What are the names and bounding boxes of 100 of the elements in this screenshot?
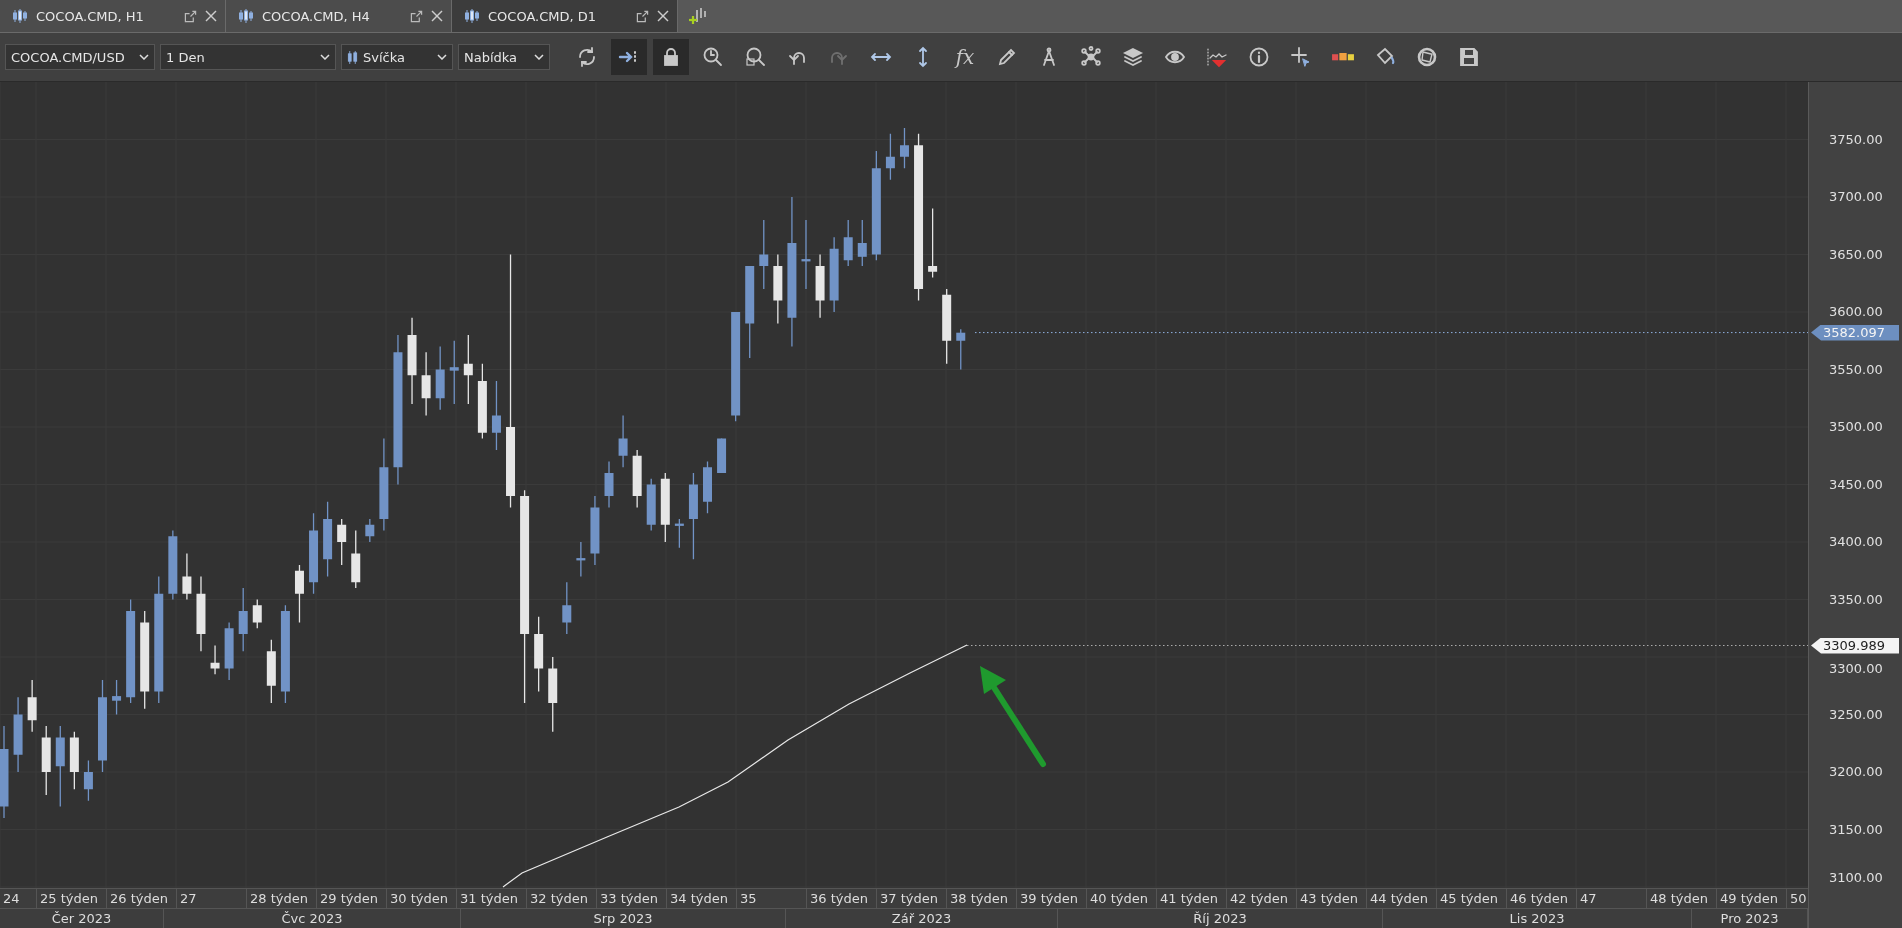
price-label: 3300.00 xyxy=(1829,661,1883,677)
candle xyxy=(337,518,347,566)
week-label: 46 týden xyxy=(1506,889,1576,908)
candle xyxy=(773,253,783,325)
candle xyxy=(449,340,459,405)
week-label: 28 týden xyxy=(246,889,316,908)
caret-icon xyxy=(534,54,544,60)
price-label: 3100.00 xyxy=(1829,870,1883,886)
month-label: Lis 2023 xyxy=(1383,909,1692,928)
add-chart-icon[interactable] xyxy=(688,6,708,26)
candle xyxy=(266,639,276,704)
week-label: 37 týden xyxy=(876,889,946,908)
autoscroll-button[interactable] xyxy=(611,39,647,75)
candle xyxy=(815,253,825,319)
price-label: 3350.00 xyxy=(1829,591,1883,608)
price-label: 3250.00 xyxy=(1829,706,1883,723)
week-label: 44 týden xyxy=(1366,889,1436,908)
week-label: 33 týden xyxy=(596,889,666,908)
function-button[interactable]: fx xyxy=(947,39,983,75)
candle xyxy=(435,345,445,411)
candle xyxy=(351,529,361,589)
price-label: 3550.00 xyxy=(1829,361,1883,378)
candle xyxy=(491,380,501,451)
candle xyxy=(252,598,262,629)
candle xyxy=(112,679,122,716)
week-label: 30 týden xyxy=(386,889,456,908)
candle xyxy=(632,449,642,509)
zoom-area-icon xyxy=(744,46,766,68)
candle xyxy=(801,219,811,290)
dropdown[interactable]: Svíčka xyxy=(341,44,453,70)
week-label: 29 týden xyxy=(316,889,386,908)
pencil-icon xyxy=(996,46,1018,68)
week-label: 47 xyxy=(1576,889,1646,908)
candle xyxy=(618,414,628,468)
wave-icon xyxy=(1206,46,1228,68)
week-label: 49 týden xyxy=(1716,889,1786,908)
dropdown[interactable]: COCOA.CMD/USD xyxy=(5,44,155,70)
caret-icon xyxy=(139,54,149,60)
aperture-icon xyxy=(1416,46,1438,68)
candle xyxy=(421,351,431,417)
candle xyxy=(956,328,966,371)
candle xyxy=(590,495,600,566)
week-label: 32 týden xyxy=(526,889,596,908)
chart-tab[interactable]: COCOA.CMD, H4 xyxy=(226,0,452,32)
candle xyxy=(857,219,867,267)
crosshair-icon xyxy=(1290,46,1312,68)
price-marker: 3309.989 xyxy=(1811,637,1899,654)
chart-tab[interactable]: COCOA.CMD, H1 xyxy=(0,0,226,32)
candlestick-icon xyxy=(12,8,28,24)
week-label: 45 týden xyxy=(1436,889,1506,908)
candle xyxy=(463,334,473,405)
price-label: 3150.00 xyxy=(1829,821,1883,838)
week-label: 34 týden xyxy=(666,889,736,908)
month-label: Srp 2023 xyxy=(461,909,786,928)
price-marker: 3582.097 xyxy=(1811,324,1899,341)
week-label: 48 týden xyxy=(1646,889,1716,908)
info-icon xyxy=(1248,46,1270,68)
popout-icon[interactable] xyxy=(184,9,197,23)
week-label: 27 xyxy=(176,889,246,908)
month-label: Čvc 2023 xyxy=(164,909,461,928)
price-label: 3500.00 xyxy=(1829,419,1883,435)
chart-tab[interactable]: COCOA.CMD, D1 xyxy=(452,0,678,32)
candle xyxy=(604,460,614,509)
week-label: 39 týden xyxy=(1016,889,1086,908)
week-label: 42 týden xyxy=(1226,889,1296,908)
candle xyxy=(660,472,670,543)
price-label: 3450.00 xyxy=(1829,476,1883,493)
candlestick-icon xyxy=(464,8,480,24)
network-icon xyxy=(1080,46,1102,68)
candle xyxy=(843,219,853,267)
caret-icon xyxy=(320,54,330,60)
zoom-clock-icon xyxy=(702,46,724,68)
price-label: 3700.00 xyxy=(1829,189,1883,205)
month-label: Čer 2023 xyxy=(0,909,164,928)
candle xyxy=(210,644,220,675)
dropdown[interactable]: Nabídka xyxy=(458,44,550,70)
dropdown[interactable]: 1 Den xyxy=(160,44,336,70)
save-icon xyxy=(1458,46,1480,68)
candle xyxy=(703,460,712,514)
candle xyxy=(27,679,37,733)
price-label: 3600.00 xyxy=(1829,304,1883,320)
week-label: 36 týden xyxy=(806,889,876,908)
close-icon[interactable] xyxy=(205,10,217,22)
week-label: 25 týden xyxy=(36,889,106,908)
layers-icon xyxy=(1122,46,1144,68)
popout-icon[interactable] xyxy=(636,9,649,23)
candle xyxy=(365,518,375,543)
week-label: 31 týden xyxy=(456,889,526,908)
candle xyxy=(294,564,304,624)
candlestick-icon xyxy=(238,8,254,24)
refresh-icon xyxy=(576,46,598,68)
candle xyxy=(674,518,684,549)
lock-button[interactable] xyxy=(653,39,689,75)
close-icon[interactable] xyxy=(431,10,443,22)
close-icon[interactable] xyxy=(657,10,669,22)
week-label: 40 týden xyxy=(1086,889,1156,908)
week-label: 26 týden xyxy=(106,889,176,908)
popout-icon[interactable] xyxy=(410,9,423,23)
candle xyxy=(576,541,586,578)
price-label: 3650.00 xyxy=(1829,246,1883,263)
